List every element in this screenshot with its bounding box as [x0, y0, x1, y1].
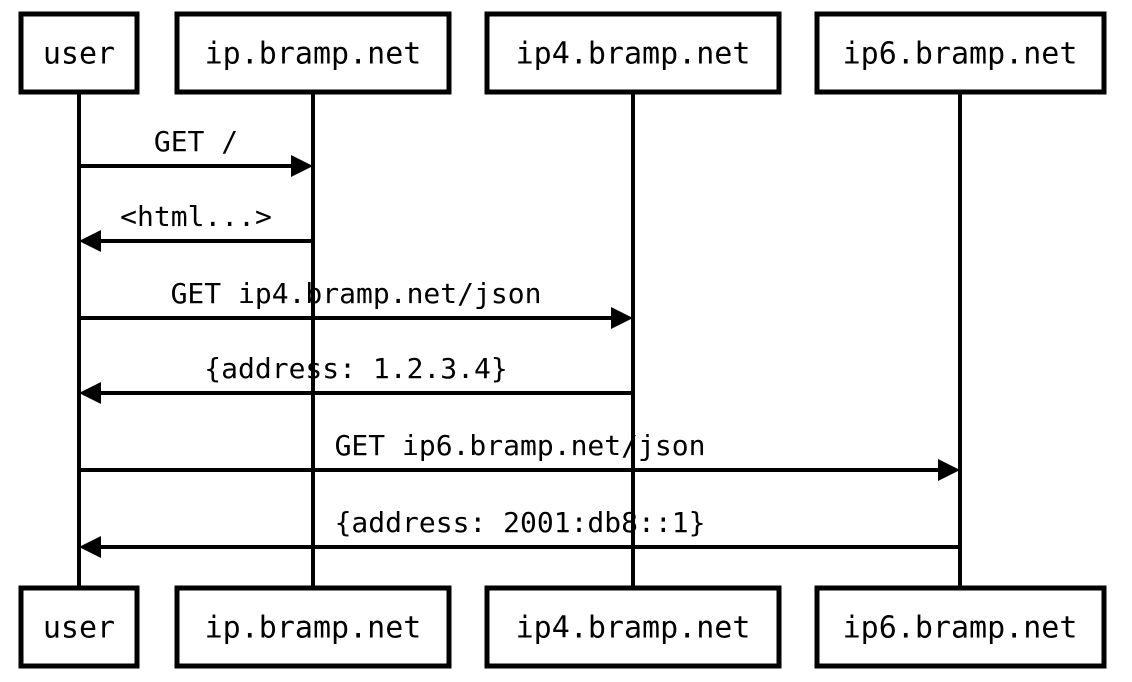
actor-label-top-ip: ip.bramp.net	[205, 37, 422, 72]
actor-label-bottom-ip6: ip6.bramp.net	[843, 611, 1078, 646]
actor-top-ip[interactable]: ip.bramp.net	[174, 11, 452, 95]
actor-label-top-ip6: ip6.bramp.net	[843, 37, 1078, 72]
actor-boxes-bottom: user ip.bramp.net ip4.bramp.net ip6.bram…	[18, 585, 1107, 669]
message-5-label: GET ip6.bramp.net/json	[335, 429, 706, 462]
message-5[interactable]: GET ip6.bramp.net/json	[79, 429, 960, 481]
message-3[interactable]: GET ip4.bramp.net/json	[79, 277, 633, 329]
actor-bottom-user[interactable]: user	[18, 585, 140, 669]
message-1-arrowhead-icon	[291, 155, 313, 177]
messages-layer: GET / <html...> GET ip4.bramp.net/json {…	[79, 125, 960, 558]
message-6-label: {address: 2001:db8::1}	[335, 506, 706, 539]
message-2-label: <html...>	[120, 200, 272, 233]
actor-label-top-user: user	[43, 37, 115, 72]
actor-top-user[interactable]: user	[18, 11, 140, 95]
message-3-arrowhead-icon	[611, 307, 633, 329]
actor-label-bottom-ip4: ip4.bramp.net	[516, 611, 751, 646]
actor-label-bottom-ip: ip.bramp.net	[205, 611, 422, 646]
message-1-label: GET /	[154, 125, 238, 158]
actor-label-top-ip4: ip4.bramp.net	[516, 37, 751, 72]
sequence-diagram: user ip.bramp.net ip4.bramp.net ip6.bram…	[0, 0, 1132, 682]
message-4-label: {address: 1.2.3.4}	[204, 352, 507, 385]
message-4[interactable]: {address: 1.2.3.4}	[79, 352, 633, 404]
actor-boxes-top: user ip.bramp.net ip4.bramp.net ip6.bram…	[18, 11, 1107, 95]
message-6-arrowhead-icon	[79, 536, 101, 558]
actor-bottom-ip[interactable]: ip.bramp.net	[174, 585, 452, 669]
message-4-arrowhead-icon	[79, 382, 101, 404]
actor-top-ip4[interactable]: ip4.bramp.net	[484, 11, 782, 95]
actor-top-ip6[interactable]: ip6.bramp.net	[814, 11, 1107, 95]
message-2[interactable]: <html...>	[79, 200, 313, 252]
message-1[interactable]: GET /	[79, 125, 313, 177]
message-2-arrowhead-icon	[79, 230, 101, 252]
message-5-arrowhead-icon	[938, 459, 960, 481]
actor-label-bottom-user: user	[43, 611, 115, 646]
actor-bottom-ip6[interactable]: ip6.bramp.net	[814, 585, 1107, 669]
message-6[interactable]: {address: 2001:db8::1}	[79, 506, 960, 558]
actor-bottom-ip4[interactable]: ip4.bramp.net	[484, 585, 782, 669]
message-3-label: GET ip4.bramp.net/json	[171, 277, 542, 310]
